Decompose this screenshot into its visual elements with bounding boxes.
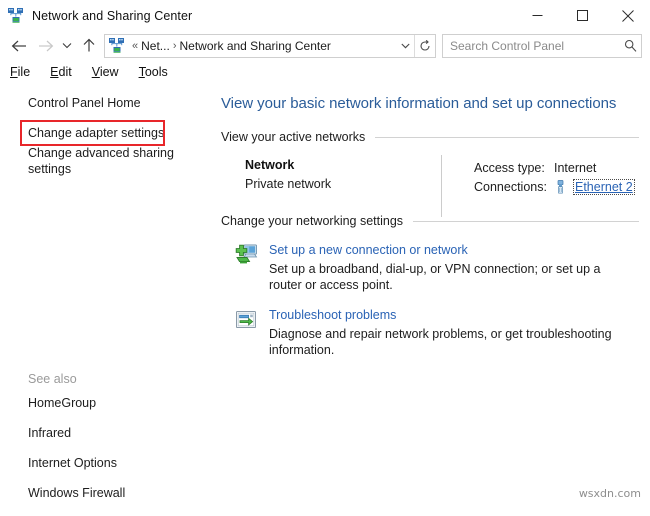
network-plug-icon — [554, 180, 567, 194]
network-name: Network — [245, 158, 441, 172]
networking-settings-section-header: Change your networking settings — [211, 214, 650, 228]
menu-label-rest: iew — [100, 65, 119, 79]
minimize-button[interactable] — [515, 0, 560, 31]
window-title: Network and Sharing Center — [32, 9, 192, 23]
task-text: Set up a new connection or network Set u… — [269, 242, 622, 293]
see-also-list: HomeGroup Infrared Internet Options Wind… — [28, 396, 125, 516]
vertical-divider — [441, 155, 442, 217]
task-description: Set up a broadband, dial-up, or VPN conn… — [269, 261, 622, 293]
navigation-bar: « Net... › Network and Sharing Center Se… — [0, 31, 650, 60]
connection-link-focus: Ethernet 2 — [573, 179, 635, 195]
network-details: Access type: Internet Connections: Ether… — [441, 158, 635, 196]
section-label: View your active networks — [221, 130, 365, 144]
menu-item-edit[interactable]: Edit — [50, 65, 72, 79]
up-arrow[interactable] — [76, 34, 102, 58]
window-controls — [515, 0, 650, 31]
breadcrumb-current[interactable]: Network and Sharing Center — [179, 39, 330, 53]
sidebar-item-infrared[interactable]: Infrared — [28, 426, 125, 440]
menu-bar: File Edit View Tools — [0, 60, 650, 84]
sidebar-item-change-adapter-settings[interactable]: Change adapter settings — [0, 123, 211, 143]
title-bar: Network and Sharing Center — [0, 0, 650, 31]
task-link-troubleshoot-problems[interactable]: Troubleshoot problems — [269, 308, 622, 322]
see-also-label: See also — [28, 372, 77, 386]
menu-item-file[interactable]: File — [10, 65, 30, 79]
sidebar: Control Panel Home Change adapter settin… — [0, 84, 211, 501]
access-type-value: Internet — [554, 161, 596, 175]
network-sharing-icon — [8, 8, 24, 24]
task-link-set-up-new-connection[interactable]: Set up a new connection or network — [269, 243, 622, 257]
content-area: Control Panel Home Change adapter settin… — [0, 84, 650, 501]
connections-row: Connections: Ethernet 2 — [474, 177, 635, 196]
menu-item-view[interactable]: View — [92, 65, 119, 79]
breadcrumb-parent[interactable]: Net... — [141, 39, 170, 53]
troubleshoot-icon — [233, 308, 259, 334]
main-pane: View your basic network information and … — [211, 84, 650, 501]
recent-locations-chevron[interactable] — [58, 34, 76, 58]
breadcrumb-overflow[interactable]: « — [129, 40, 141, 52]
breadcrumb[interactable]: « Net... › Network and Sharing Center — [104, 34, 436, 58]
section-rule — [413, 221, 639, 222]
task-set-up-new-connection: Set up a new connection or network Set u… — [211, 242, 650, 293]
sidebar-gap — [0, 113, 211, 123]
sidebar-item-internet-options[interactable]: Internet Options — [28, 456, 125, 470]
menu-item-tools[interactable]: Tools — [139, 65, 168, 79]
maximize-button[interactable] — [560, 0, 605, 31]
network-sharing-icon — [109, 38, 125, 54]
menu-label-rest: ile — [18, 65, 31, 79]
network-identity: Network Private network — [245, 158, 441, 196]
refresh-icon[interactable] — [414, 35, 435, 57]
page-title: View your basic network information and … — [211, 89, 650, 112]
sidebar-item-change-advanced-sharing-settings[interactable]: Change advanced sharing settings — [0, 143, 211, 179]
watermark: wsxdn.com — [579, 487, 641, 500]
menu-label-rest: dit — [59, 65, 72, 79]
active-networks-section-header: View your active networks — [211, 130, 650, 144]
sidebar-item-homegroup[interactable]: HomeGroup — [28, 396, 125, 410]
close-button[interactable] — [605, 0, 650, 31]
network-type: Private network — [245, 177, 441, 191]
active-network-entry: Network Private network Access type: Int… — [211, 158, 650, 196]
new-connection-icon — [233, 243, 259, 269]
task-troubleshoot-problems: Troubleshoot problems Diagnose and repai… — [211, 307, 650, 358]
forward-arrow — [32, 34, 58, 58]
search-input[interactable]: Search Control Panel — [443, 39, 619, 53]
task-text: Troubleshoot problems Diagnose and repai… — [269, 307, 622, 358]
menu-label-rest: ools — [145, 65, 168, 79]
connections-label: Connections: — [474, 180, 554, 194]
section-label: Change your networking settings — [221, 214, 403, 228]
chevron-down-icon[interactable] — [396, 43, 414, 49]
connection-link-ethernet-2[interactable]: Ethernet 2 — [575, 180, 633, 194]
menu-accesskey: E — [50, 65, 58, 79]
back-arrow[interactable] — [6, 34, 32, 58]
access-type-label: Access type: — [474, 161, 554, 175]
search-box[interactable]: Search Control Panel — [442, 34, 642, 58]
menu-accesskey: V — [92, 65, 100, 79]
access-type-row: Access type: Internet — [474, 158, 635, 177]
search-icon[interactable] — [619, 39, 641, 52]
sidebar-item-windows-firewall[interactable]: Windows Firewall — [28, 486, 125, 500]
menu-accesskey: F — [10, 65, 18, 79]
task-description: Diagnose and repair network problems, or… — [269, 326, 622, 358]
breadcrumb-separator: › — [170, 40, 180, 52]
sidebar-item-control-panel-home[interactable]: Control Panel Home — [0, 93, 211, 113]
section-rule — [375, 137, 639, 138]
